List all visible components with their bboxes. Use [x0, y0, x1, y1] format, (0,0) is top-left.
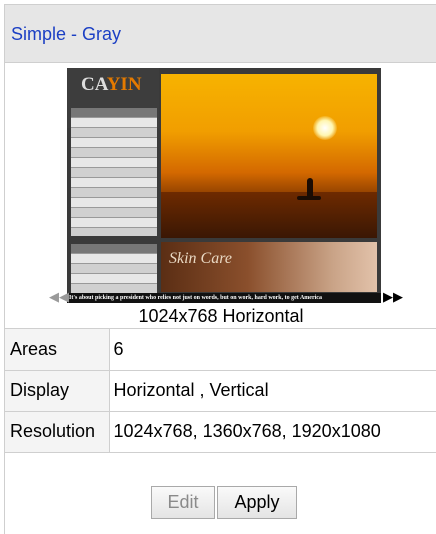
resolution-label: Resolution: [5, 411, 110, 453]
preview-thumbnail: CAYIN Skin Care It's about picking a pre…: [67, 68, 381, 303]
template-preview: CAYIN Skin Care It's about picking a pre…: [5, 63, 436, 329]
apply-button[interactable]: Apply: [217, 486, 297, 519]
preview-caption: 1024x768 Horizontal: [138, 306, 304, 326]
arrow-left-icon[interactable]: ◀◀: [49, 290, 69, 303]
resolution-value: 1024x768, 1360x768, 1920x1080: [109, 411, 436, 453]
template-header: Simple - Gray: [5, 5, 436, 63]
preview-main-video: [161, 74, 377, 238]
surfboard-image: [297, 196, 321, 200]
template-title: Simple - Gray: [11, 24, 122, 44]
display-value: Horizontal , Vertical: [109, 370, 436, 412]
template-details: Areas 6 Display Horizontal , Vertical Re…: [5, 329, 436, 453]
areas-value: 6: [109, 329, 436, 371]
areas-label: Areas: [5, 329, 110, 371]
details-row-display: Display Horizontal , Vertical: [5, 370, 436, 412]
ad-banner-script: Skin Care: [169, 250, 232, 267]
brand-logo-text: CAYIN: [81, 74, 142, 95]
sun-image: [313, 116, 337, 140]
arrow-right-icon[interactable]: ▶▶: [383, 290, 403, 303]
preview-ad-banner: Skin Care: [161, 242, 377, 292]
preview-table-weather: [71, 108, 157, 236]
details-row-areas: Areas 6: [5, 329, 436, 371]
wave-image: [161, 192, 377, 238]
details-row-resolution: Resolution 1024x768, 1360x768, 1920x1080: [5, 411, 436, 453]
display-label: Display: [5, 370, 110, 412]
action-bar: Edit Apply: [5, 471, 436, 534]
preview-ticker: It's about picking a president who relie…: [67, 293, 381, 303]
template-card: Simple - Gray CAYIN Skin Care It's about…: [4, 4, 436, 534]
edit-button[interactable]: Edit: [151, 486, 215, 519]
